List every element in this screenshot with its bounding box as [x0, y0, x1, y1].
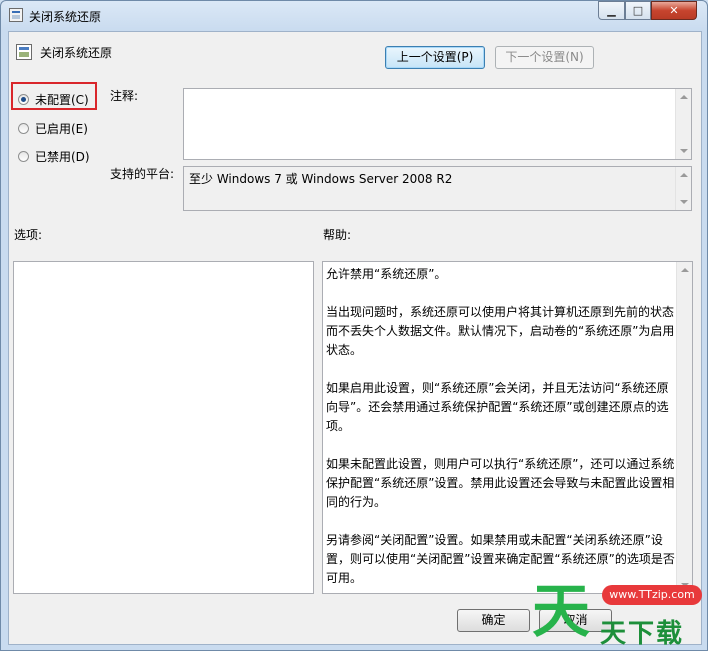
maximize-button[interactable]: □	[625, 1, 651, 20]
policy-icon	[9, 8, 23, 22]
help-label: 帮助:	[323, 228, 352, 242]
scroll-down-icon[interactable]	[680, 149, 688, 153]
site-watermark: 天 www.TTzip.com 天下载	[532, 575, 702, 649]
radio-button-icon[interactable]	[18, 151, 29, 162]
supported-platform-field: 至少 Windows 7 或 Windows Server 2008 R2	[183, 166, 692, 211]
dialog-window: 关闭系统还原 ▁ □ ✕ 关闭系统还原 上一个设置(P) 下一个设置(N) 未配…	[0, 0, 708, 651]
options-label: 选项:	[14, 228, 43, 242]
scroll-up-icon[interactable]	[680, 173, 688, 177]
radio-button-icon[interactable]	[18, 123, 29, 134]
minimize-button[interactable]: ▁	[598, 1, 625, 20]
supported-platform-label: 支持的平台:	[110, 167, 175, 181]
help-paragraph: 如果启用此设置，则“系统还原”会关闭，并且无法访问“系统还原向导”。还会禁用通过…	[326, 381, 669, 433]
options-panel	[13, 261, 314, 594]
comment-scrollbar[interactable]	[675, 89, 691, 159]
radio-enabled[interactable]: 已启用(E)	[18, 120, 88, 137]
help-paragraph: 允许禁用“系统还原”。	[326, 267, 447, 281]
comment-textarea[interactable]	[183, 88, 692, 160]
comment-label: 注释:	[110, 89, 139, 103]
scroll-up-icon[interactable]	[681, 268, 689, 272]
policy-title: 关闭系统还原	[40, 46, 113, 60]
next-setting-button[interactable]: 下一个设置(N)	[495, 46, 594, 69]
watermark-text: 天下载	[600, 619, 685, 649]
scroll-up-icon[interactable]	[680, 95, 688, 99]
dialog-client-area: 关闭系统还原 上一个设置(P) 下一个设置(N) 未配置(C) 已启用(E) 已…	[8, 31, 702, 645]
title-bar[interactable]: 关闭系统还原 ▁ □ ✕	[1, 1, 707, 31]
window-title: 关闭系统还原	[29, 10, 102, 24]
ok-button[interactable]: 确定	[457, 609, 530, 632]
help-paragraph: 如果未配置此设置，则用户可以执行“系统还原”，还可以通过系统保护配置“系统还原”…	[326, 457, 675, 509]
radio-button-icon[interactable]	[18, 94, 29, 105]
help-text: 允许禁用“系统还原”。 当出现问题时，系统还原可以使用户将其计算机还原到先前的状…	[326, 265, 676, 607]
help-paragraph: 当出现问题时，系统还原可以使用户将其计算机还原到先前的状态而不丢失个人数据文件。…	[326, 305, 675, 357]
close-button[interactable]: ✕	[651, 1, 697, 20]
previous-setting-button[interactable]: 上一个设置(P)	[385, 46, 485, 69]
help-panel: 允许禁用“系统还原”。 当出现问题时，系统还原可以使用户将其计算机还原到先前的状…	[322, 261, 693, 594]
setting-icon	[16, 44, 32, 60]
platform-scrollbar[interactable]	[675, 167, 691, 210]
watermark-url: www.TTzip.com	[602, 585, 702, 605]
supported-platform-value: 至少 Windows 7 或 Windows Server 2008 R2	[189, 172, 453, 186]
watermark-logo: 天	[532, 577, 591, 645]
radio-not-configured[interactable]: 未配置(C)	[18, 91, 89, 108]
help-scrollbar[interactable]	[676, 262, 692, 593]
radio-disabled[interactable]: 已禁用(D)	[18, 148, 90, 165]
scroll-down-icon[interactable]	[680, 200, 688, 204]
